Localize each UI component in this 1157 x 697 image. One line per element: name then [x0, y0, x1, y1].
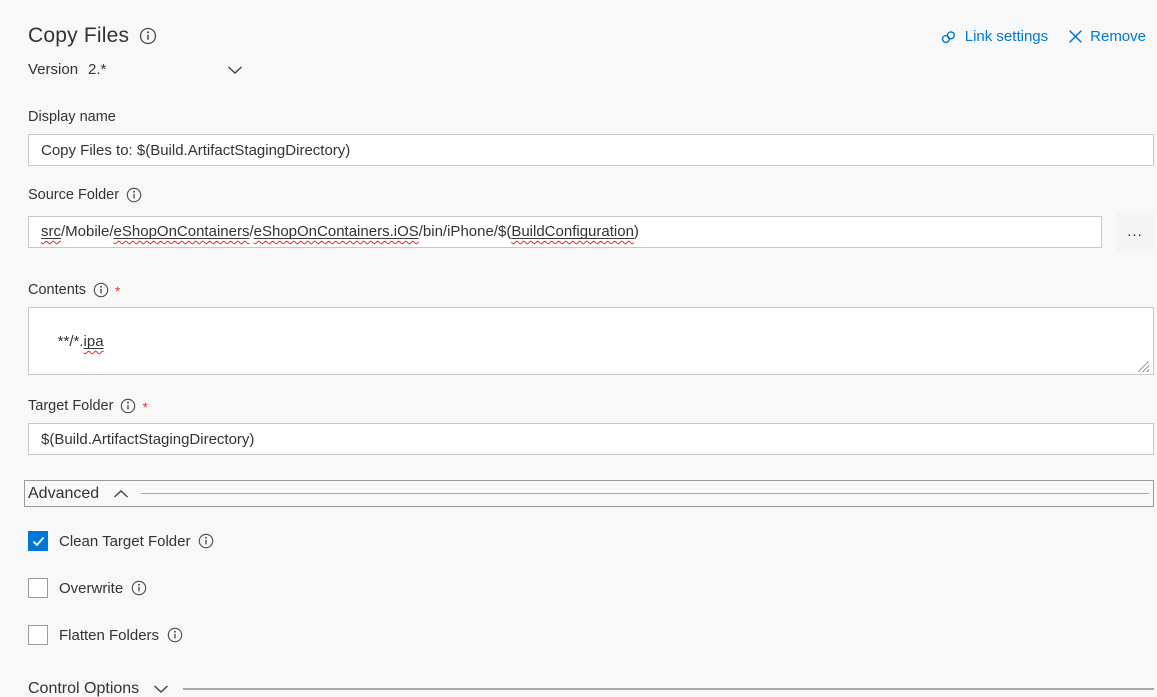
info-icon[interactable]: [93, 282, 109, 298]
header: Copy Files Link settings Remove: [28, 24, 1154, 48]
remove-label: Remove: [1090, 28, 1146, 45]
close-icon: [1068, 29, 1083, 44]
version-label: Version: [28, 61, 78, 78]
chevron-down-icon: [153, 684, 169, 694]
link-icon: [939, 29, 958, 45]
chevron-down-icon: [227, 65, 243, 75]
checkbox[interactable]: [28, 625, 48, 645]
page-title: Copy Files: [28, 24, 129, 48]
source-folder-row: src/Mobile/eShopOnContainers/eShopOnCont…: [28, 212, 1154, 251]
info-icon[interactable]: [120, 398, 136, 414]
display-name-label-row: Display name: [28, 109, 1154, 125]
checkbox-clean-target-folder[interactable]: Clean Target Folder: [28, 531, 1154, 551]
display-name-group: Display name: [28, 109, 1154, 166]
task-config-panel: Copy Files Link settings Remove Version …: [0, 0, 1157, 697]
contents-label-row: Contents *: [28, 282, 1154, 298]
display-name-label: Display name: [28, 109, 116, 125]
source-folder-group: Source Folder src/Mobile/eShopOnContaine…: [28, 187, 1154, 251]
info-icon[interactable]: [198, 533, 214, 549]
advanced-section-label: Advanced: [28, 485, 99, 503]
contents-label: Contents: [28, 282, 86, 298]
remove-button[interactable]: Remove: [1068, 28, 1146, 45]
source-folder-input[interactable]: src/Mobile/eShopOnContainers/eShopOnCont…: [28, 216, 1102, 248]
required-marker: *: [115, 283, 120, 299]
control-options-section-label: Control Options: [28, 680, 139, 697]
version-dropdown[interactable]: Version 2.*: [28, 61, 243, 78]
resize-handle[interactable]: [1138, 361, 1149, 372]
link-settings-button[interactable]: Link settings: [939, 28, 1048, 45]
checkbox-label: Overwrite: [59, 580, 123, 597]
checkbox[interactable]: [28, 531, 48, 551]
target-folder-group: Target Folder *: [28, 398, 1154, 455]
header-actions: Link settings Remove: [939, 28, 1146, 45]
checkbox-overwrite[interactable]: Overwrite: [28, 578, 1154, 598]
info-icon[interactable]: [126, 187, 142, 203]
checkbox-label: Clean Target Folder: [59, 533, 190, 550]
section-divider: [141, 493, 1149, 494]
link-settings-label: Link settings: [965, 28, 1048, 45]
target-folder-label: Target Folder: [28, 398, 113, 414]
display-name-input[interactable]: [28, 134, 1154, 166]
section-advanced[interactable]: Advanced: [24, 480, 1154, 507]
chevron-up-icon: [113, 489, 129, 499]
source-folder-label-row: Source Folder: [28, 187, 1154, 203]
title-row: Copy Files: [28, 24, 157, 48]
target-folder-label-row: Target Folder *: [28, 398, 1154, 414]
version-value: 2.*: [88, 61, 106, 78]
checkbox-flatten-folders[interactable]: Flatten Folders: [28, 625, 1154, 645]
checkbox-label: Flatten Folders: [59, 627, 159, 644]
info-icon[interactable]: [167, 627, 183, 643]
contents-textarea[interactable]: **/*.ipa: [28, 307, 1154, 375]
info-icon[interactable]: [131, 580, 147, 596]
source-folder-label: Source Folder: [28, 187, 119, 203]
info-icon[interactable]: [139, 27, 157, 45]
target-folder-input[interactable]: [28, 423, 1154, 455]
checkbox[interactable]: [28, 578, 48, 598]
contents-group: Contents * **/*.ipa: [28, 282, 1154, 375]
section-divider: [183, 688, 1154, 690]
browse-button[interactable]: ...: [1116, 212, 1154, 251]
section-control-options[interactable]: Control Options: [28, 680, 1154, 697]
required-marker: *: [142, 399, 147, 415]
